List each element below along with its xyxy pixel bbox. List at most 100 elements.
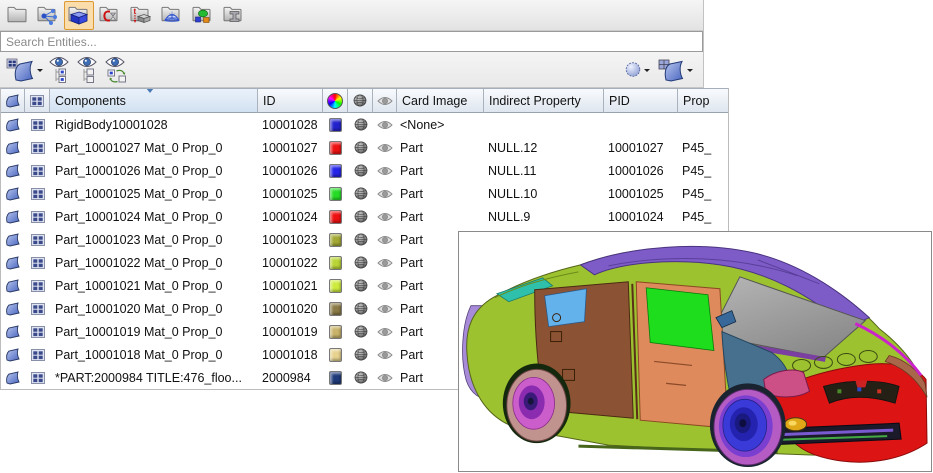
header-prop[interactable]: Prop [678,89,728,113]
geometry-toggle-cell[interactable] [348,228,373,251]
header-component-icon-col[interactable] [1,89,25,113]
grid-window-icon [29,232,47,248]
mesh-sphere-icon [353,301,369,316]
pid-value: 10001024 [604,205,678,228]
hide-all-button[interactable] [74,54,102,86]
component-plane-icon [4,163,22,179]
header-components[interactable]: Components [50,89,258,113]
materials-folder-button[interactable] [188,1,218,30]
header-color-col[interactable] [323,89,348,113]
row-component-icon-cell [1,113,25,136]
header-card-image[interactable]: Card Image [397,89,484,113]
reverse-visibility-button[interactable] [102,54,132,86]
visibility-toggle-cell[interactable] [373,159,397,182]
header-indirect-property[interactable]: Indirect Property [484,89,604,113]
color-chip[interactable] [329,233,342,247]
color-chip[interactable] [329,164,342,178]
color-cell[interactable] [323,113,348,136]
color-cell[interactable] [323,182,348,205]
thickness-folder-button[interactable]: t [126,1,156,30]
color-chip[interactable] [329,256,342,270]
header-indirect-property-label: Indirect Property [489,94,581,108]
visibility-toggle-cell[interactable] [373,320,397,343]
row-component-icon-cell [1,159,25,182]
color-chip[interactable] [329,118,342,132]
sections-folder-button[interactable] [95,1,125,30]
table-row[interactable]: Part_10001027 Mat_0 Prop_0 10001027 Part… [1,136,728,159]
table-row[interactable]: RigidBody10001028 10001028 <None> [1,113,728,136]
indirect-property-value: NULL.12 [484,136,604,159]
geometry-toggle-cell[interactable] [348,182,373,205]
component-name: Part_10001025 Mat_0 Prop_0 [50,182,258,205]
grid-window-icon [29,209,47,225]
color-chip[interactable] [329,371,342,385]
visibility-toggle-cell[interactable] [373,136,397,159]
color-cell[interactable] [323,205,348,228]
visibility-toggle-cell[interactable] [373,113,397,136]
row-grid-icon-cell [25,320,50,343]
color-cell[interactable] [323,136,348,159]
geometry-toggle-cell[interactable] [348,297,373,320]
color-cell[interactable] [323,251,348,274]
search-input[interactable] [0,31,703,52]
color-chip[interactable] [329,187,342,201]
beam-sections-folder-button[interactable] [219,1,249,30]
color-chip[interactable] [329,210,342,224]
header-id[interactable]: ID [258,89,323,113]
selector-sphere-button[interactable] [622,54,653,86]
color-chip[interactable] [329,141,342,155]
color-chip[interactable] [329,325,342,339]
color-cell[interactable] [323,320,348,343]
eye-icon [377,373,393,383]
visibility-toggle-cell[interactable] [373,343,397,366]
visibility-toggle-cell[interactable] [373,205,397,228]
header-visibility-col[interactable] [373,89,397,113]
model-viewport[interactable] [458,231,932,472]
color-cell[interactable] [323,159,348,182]
visibility-toggle-cell[interactable] [373,274,397,297]
color-cell[interactable] [323,228,348,251]
color-chip[interactable] [329,348,342,362]
visibility-toggle-cell[interactable] [373,228,397,251]
geometry-toggle-cell[interactable] [348,274,373,297]
geometry-toggle-cell[interactable] [348,343,373,366]
geometry-toggle-cell[interactable] [348,159,373,182]
visibility-toggle-cell[interactable] [373,297,397,320]
component-plane-icon [4,370,22,386]
table-row[interactable]: Part_10001026 Mat_0 Prop_0 10001026 Part… [1,159,728,182]
row-component-icon-cell [1,297,25,320]
car-rear-door-window [545,289,587,327]
visibility-toggle-cell[interactable] [373,182,397,205]
geometry-toggle-cell[interactable] [348,320,373,343]
component-id: 10001023 [258,228,323,251]
connections-folder-button[interactable] [33,1,63,30]
color-chip[interactable] [329,279,342,293]
visibility-toggle-cell[interactable] [373,366,397,389]
header-geometry-col[interactable] [348,89,373,113]
table-row[interactable]: Part_10001025 Mat_0 Prop_0 10001025 Part… [1,182,728,205]
components-view-button[interactable] [3,54,46,86]
geometry-toggle-cell[interactable] [348,136,373,159]
color-cell[interactable] [323,366,348,389]
header-pid[interactable]: PID [604,89,678,113]
color-cell[interactable] [323,274,348,297]
components-folder-button[interactable] [64,1,94,30]
geometry-toggle-cell[interactable] [348,205,373,228]
entities-folder-button[interactable] [2,1,32,30]
row-component-icon-cell [1,205,25,228]
geometry-toggle-cell[interactable] [348,113,373,136]
header-card-image-label: Card Image [402,94,467,108]
color-chip[interactable] [329,302,342,316]
mesh-folder-button[interactable] [157,1,187,30]
color-cell[interactable] [323,343,348,366]
color-cell[interactable] [323,297,348,320]
pid-value: 10001026 [604,159,678,182]
component-id: 10001021 [258,274,323,297]
header-grid-icon-col[interactable] [25,89,50,113]
show-all-button[interactable] [46,54,74,86]
visibility-toggle-cell[interactable] [373,251,397,274]
table-row[interactable]: Part_10001024 Mat_0 Prop_0 10001024 Part… [1,205,728,228]
geometry-toggle-cell[interactable] [348,251,373,274]
components-display-button[interactable] [653,54,696,86]
geometry-toggle-cell[interactable] [348,366,373,389]
